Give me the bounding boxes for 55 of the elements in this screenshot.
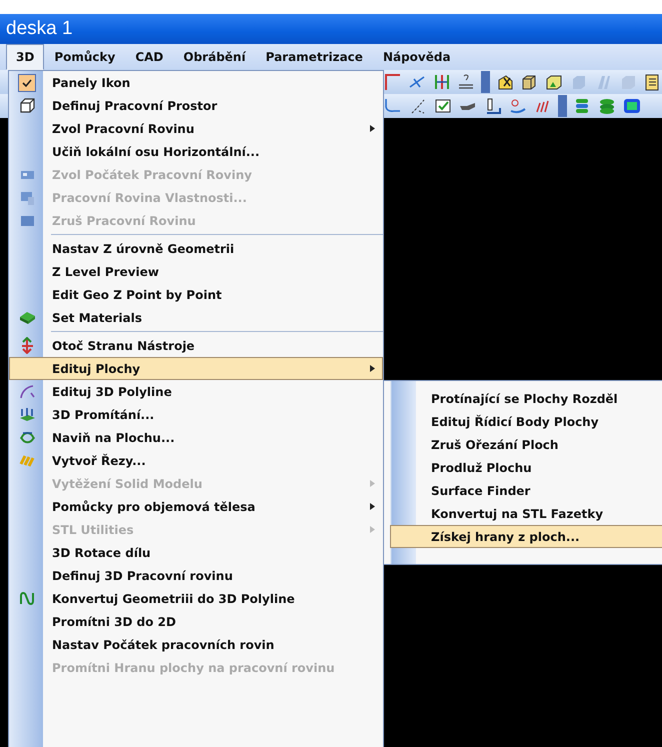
curve-icon	[18, 590, 36, 607]
line-tool-button[interactable]	[383, 72, 403, 92]
menu-item[interactable]: Surface Finder	[390, 479, 662, 502]
menu-item[interactable]: CAD	[125, 44, 174, 70]
vertices-icon	[409, 97, 427, 115]
menu-item[interactable]: Zvol Pracovní Rovinu	[9, 117, 383, 140]
menu-item[interactable]: Edit Geo Z Point by Point	[9, 283, 383, 306]
menu-item[interactable]: Z Level Preview	[9, 260, 383, 283]
menu-item[interactable]: Protínající se Plochy Rozděl	[390, 387, 662, 410]
menu-item[interactable]: Promítni 3D do 2D	[9, 610, 383, 633]
box-icon	[18, 97, 36, 114]
menu-item[interactable]: 3D	[6, 44, 44, 70]
menu-item[interactable]: 3D Rotace dílu	[9, 541, 383, 564]
menu-item[interactable]: Nastav Z úrovně Geometrii	[9, 237, 383, 260]
menu-item[interactable]: Učiň lokální osu Horizontální...	[9, 140, 383, 163]
menu-item[interactable]: Obrábění	[173, 44, 256, 70]
rectangle-icon	[623, 97, 641, 115]
menu-item[interactable]: Prodluž Plochu	[390, 456, 662, 479]
menu-item[interactable]: Nápověda	[372, 44, 461, 70]
line-icon	[384, 73, 402, 91]
menu-item[interactable]: Pomůcky pro objemová tělesa	[9, 495, 383, 518]
curve-icon	[384, 97, 402, 115]
toolbar-overflow-button[interactable]	[481, 71, 490, 93]
rectangle-icon	[18, 189, 36, 206]
menu-item[interactable]: Edituj Řídicí Body Plochy	[390, 410, 662, 433]
menu-item[interactable]: 3D Promítání...	[9, 403, 383, 426]
menu-item[interactable]: Získej hrany z ploch...	[390, 525, 662, 548]
menu-item[interactable]: Pomůcky	[44, 44, 126, 70]
window-title: deska 1	[6, 18, 73, 39]
curve-icon	[18, 383, 36, 400]
layers-icon	[18, 406, 36, 423]
menu-item[interactable]: Naviň na Plochu...	[9, 426, 383, 449]
tool-icon	[484, 97, 502, 115]
menu-item[interactable]: Parametrizace	[256, 44, 373, 70]
layers-icon	[598, 97, 616, 115]
document-icon	[643, 73, 662, 91]
rectangle-tool-button[interactable]	[622, 96, 642, 116]
menu-item[interactable]: Otoč Stranu Nástroje	[9, 334, 383, 357]
menu-item[interactable]: Definuj 3D Pracovní rovinu	[9, 564, 383, 587]
menu-item[interactable]: Set Materials	[9, 306, 383, 329]
dimension-icon	[457, 73, 476, 91]
wrap-icon	[18, 429, 36, 446]
menu-item[interactable]: Vytvoř Řezy...	[9, 449, 383, 472]
menu-item[interactable]: Konvertuj Geometriii do 3D Polyline	[9, 587, 383, 610]
layers-icon	[573, 97, 591, 115]
checklist-icon	[434, 97, 452, 115]
curve-icon	[509, 97, 527, 115]
dimension-tool-button[interactable]	[432, 72, 452, 92]
menu-item[interactable]: Nastav Počátek pracovních rovin	[9, 633, 383, 656]
menu-item[interactable]: Konvertuj na STL Fazetky	[390, 502, 662, 525]
menu-item[interactable]: Zruš Ořezání Ploch	[390, 433, 662, 456]
menu-item[interactable]: Edituj Plochy	[9, 357, 383, 380]
layers-tool-button[interactable]	[597, 96, 617, 116]
menu-item[interactable]: Edituj 3D Polyline	[9, 380, 383, 403]
dimension-icon	[432, 73, 451, 91]
